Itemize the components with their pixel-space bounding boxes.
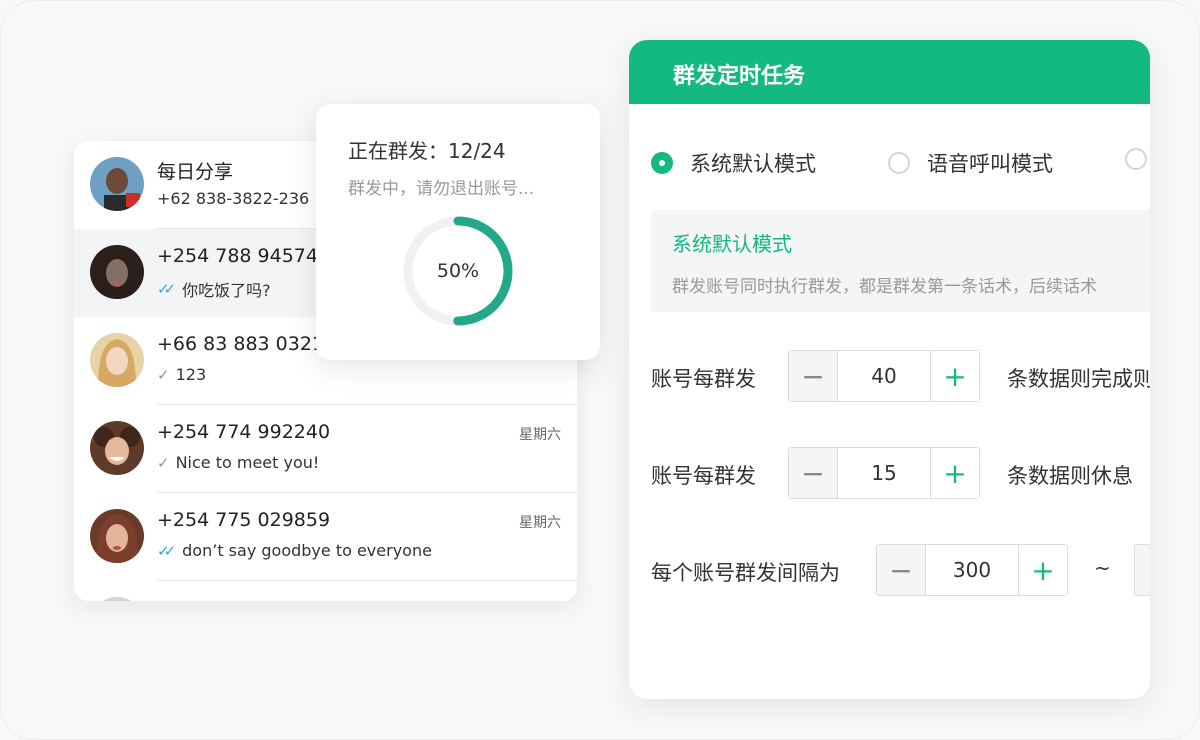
scheduled-task-panel: 群发定时任务 系统默认模式 语音呼叫模式 系统默认模式 群发账号同时执行群发，都…: [629, 40, 1150, 699]
double-check-icon: ✓✓: [157, 280, 176, 298]
chat-name: 每日分享: [157, 161, 234, 183]
panel-header: 群发定时任务: [629, 40, 1150, 104]
chat-day: 星期六: [519, 427, 561, 443]
progress-popup: 正在群发：12/24 群发中，请勿退出账号... 50%: [316, 104, 600, 360]
interval-max-stepper[interactable]: [1134, 544, 1150, 596]
row-label: 账号每群发: [651, 464, 756, 488]
minus-button[interactable]: −: [877, 545, 926, 595]
range-separator: ~: [1094, 556, 1111, 580]
chat-preview-text: don’t say goodbye to everyone: [182, 541, 432, 560]
progress-subtitle: 群发中，请勿退出账号...: [348, 179, 535, 199]
plus-icon: +: [1031, 553, 1055, 587]
interval-stepper: − 300 +: [876, 544, 1068, 596]
plus-icon: +: [943, 359, 967, 393]
plus-button[interactable]: +: [930, 351, 979, 401]
chat-preview: ✓ 123: [157, 365, 206, 384]
plus-button[interactable]: +: [930, 448, 979, 498]
avatar: [90, 509, 144, 563]
stepper-value[interactable]: 15: [838, 448, 930, 498]
mode-description-title: 系统默认模式: [672, 232, 792, 256]
minus-button[interactable]: −: [789, 351, 838, 401]
panel-title: 群发定时任务: [673, 64, 806, 89]
avatar: [90, 333, 144, 387]
progress-title: 正在群发：12/24: [348, 139, 506, 163]
radio-icon: [1125, 148, 1147, 170]
chat-row[interactable]: +254 774 992240 ✓ Nice to meet you! 星期六: [74, 405, 577, 493]
chat-name: +66 83 883 0321: [157, 333, 325, 355]
stepper-value[interactable]: 300: [926, 545, 1018, 595]
avatar: [90, 421, 144, 475]
chat-name: +254 788 945740: [157, 245, 331, 267]
progress-percent: 50%: [436, 260, 480, 282]
minus-icon: −: [801, 359, 825, 393]
radio-icon: [888, 152, 910, 174]
form-row-complete: 账号每群发 − 40 + 条数据则完成则: [651, 350, 1150, 402]
radio-third-mode[interactable]: [1125, 148, 1150, 170]
chat-row[interactable]: +254 775 029859 ✓✓ don’t say goodbye to …: [74, 493, 577, 581]
radio-icon: [651, 152, 673, 174]
mode-description-text: 群发账号同时执行群发，都是群发第一条话术，后续话术: [672, 277, 1097, 297]
row-suffix: 条数据则休息: [1007, 464, 1133, 488]
form-row-interval: 每个账号群发间隔为 − 300 + ~: [651, 544, 1150, 596]
chat-preview: ✓✓ 你吃饭了吗?: [157, 277, 271, 301]
check-icon: ✓: [157, 453, 170, 472]
avatar: [90, 157, 144, 211]
chat-day: 星期六: [519, 515, 561, 531]
quantity-stepper: − 15 +: [788, 447, 980, 499]
plus-button[interactable]: +: [1018, 545, 1067, 595]
chat-preview: +62 838-3822-236: [157, 189, 309, 208]
minus-icon: −: [889, 553, 913, 587]
minus-button[interactable]: −: [789, 448, 838, 498]
double-check-icon: ✓✓: [157, 541, 176, 560]
chat-preview: ✓✓ don’t say goodbye to everyone: [157, 541, 432, 560]
radio-label: 系统默认模式: [690, 152, 816, 176]
chat-name: +254 775 029859: [157, 509, 331, 531]
radio-default-mode[interactable]: 系统默认模式: [651, 148, 816, 178]
chat-row[interactable]: [74, 581, 577, 601]
form-row-rest: 账号每群发 − 15 + 条数据则休息: [651, 447, 1150, 499]
chat-preview-text: 123: [175, 365, 207, 384]
chat-preview-text: +62 838-3822-236: [157, 189, 310, 208]
chat-preview: ✓ Nice to meet you!: [157, 453, 319, 472]
row-label: 账号每群发: [651, 367, 756, 391]
avatar: [90, 597, 144, 601]
row-label: 每个账号群发间隔为: [651, 561, 840, 585]
chat-name: +254 774 992240: [157, 421, 331, 443]
chat-preview-text: 你吃饭了吗?: [182, 281, 271, 300]
avatar: [90, 245, 144, 299]
minus-icon: −: [801, 456, 825, 490]
chat-preview-text: Nice to meet you!: [175, 453, 320, 472]
check-icon: ✓: [157, 365, 170, 384]
radio-voice-call-mode[interactable]: 语音呼叫模式: [888, 148, 1053, 178]
radio-label: 语音呼叫模式: [927, 152, 1053, 176]
stepper-value[interactable]: 40: [838, 351, 930, 401]
quantity-stepper: − 40 +: [788, 350, 980, 402]
mode-description-box: 系统默认模式 群发账号同时执行群发，都是群发第一条话术，后续话术: [651, 210, 1150, 312]
plus-icon: +: [943, 456, 967, 490]
row-suffix: 条数据则完成则: [1007, 367, 1150, 391]
